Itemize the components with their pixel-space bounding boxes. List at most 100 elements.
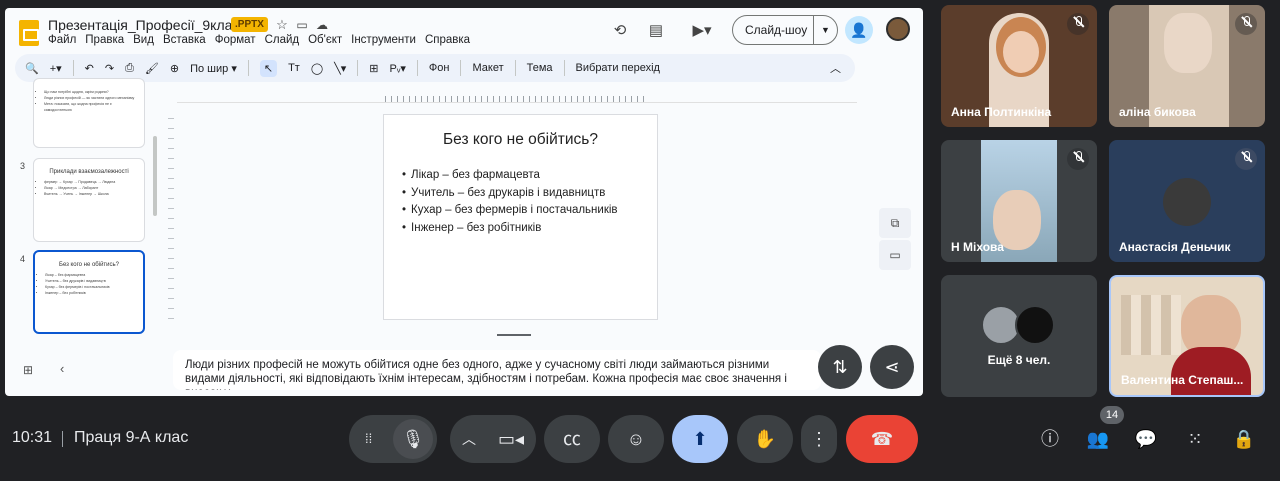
participant-tile[interactable]: Анна Полтинкіна xyxy=(941,5,1097,127)
participant-name: Н Міхова xyxy=(951,240,1004,254)
participant-tile[interactable]: аліна бикова xyxy=(1109,5,1265,127)
menu-edit[interactable]: Правка xyxy=(85,34,124,46)
menu-object[interactable]: Об'єкт xyxy=(308,34,342,46)
share-person-add-icon[interactable]: 👤 xyxy=(845,16,873,44)
chevron-up-icon[interactable]: ︿ xyxy=(830,60,841,76)
menu-view[interactable]: Вид xyxy=(133,34,154,46)
search-icon[interactable]: 🔍 xyxy=(25,62,39,75)
chevron-left-icon[interactable]: ‹ xyxy=(60,361,64,376)
cloud-status-icon[interactable]: ☁ xyxy=(313,16,331,34)
mic-off-icon xyxy=(1235,148,1257,170)
transition-button[interactable]: Вибрати перехід xyxy=(576,62,660,74)
comment-add-icon[interactable]: ⊞ xyxy=(369,62,378,75)
share-icon[interactable]: ⋖ xyxy=(870,345,914,389)
thumb-title: Без кого не обійтись? xyxy=(59,262,119,268)
layout-button[interactable]: Макет xyxy=(472,62,503,74)
undo-icon[interactable]: ↶ xyxy=(85,62,94,75)
video-feed xyxy=(1164,13,1212,73)
present-screen-icon: ⬆ xyxy=(692,429,708,449)
filmstrip-scrollbar[interactable] xyxy=(153,136,157,216)
menu-tools[interactable]: Інструменти xyxy=(351,34,416,46)
slide-bullet: Лікар – без фармацевта xyxy=(411,167,657,185)
divider xyxy=(514,60,516,76)
captions-button[interactable]: ㏄ xyxy=(544,415,600,463)
paint-format-icon[interactable]: 🖌 xyxy=(145,62,159,75)
camera-button[interactable]: ︿ ▭◂ xyxy=(450,415,536,463)
chat-icon[interactable]: 💬 xyxy=(1132,425,1160,453)
host-controls-icon[interactable]: 🔒 xyxy=(1230,425,1258,453)
slideshow-button[interactable]: Слайд-шоу ▼ xyxy=(732,15,838,45)
shape-icon[interactable]: ◯ xyxy=(311,62,323,75)
history-icon[interactable]: ⟲ xyxy=(611,22,629,40)
emoji-button[interactable]: ☺ xyxy=(608,415,664,463)
star-icon[interactable]: ☆ xyxy=(273,16,291,34)
participant-tile[interactable]: Н Міхова xyxy=(941,140,1097,262)
mic-off-icon xyxy=(1235,13,1257,35)
print-icon[interactable]: ⎙ xyxy=(125,62,134,75)
redo-icon[interactable]: ↷ xyxy=(105,62,114,75)
people-icon[interactable]: 👥 xyxy=(1084,425,1112,453)
slide-bullet: Інженер – без робітників xyxy=(411,220,657,238)
participant-tile[interactable]: Валентина Степаш... xyxy=(1109,275,1265,397)
input-tools-icon[interactable]: Pᵥ▾ xyxy=(390,62,406,75)
slide-thumbnail-4[interactable]: Без кого не обійтись? Лікар – без фармац… xyxy=(33,250,145,334)
zoom-icon[interactable]: ⊕ xyxy=(170,62,179,75)
menu-help[interactable]: Справка xyxy=(425,34,470,46)
more-options-button[interactable]: ⋮ xyxy=(801,415,837,463)
divider xyxy=(563,60,565,76)
slide-canvas[interactable]: Без кого не обійтись? Лікар – без фармац… xyxy=(383,114,658,320)
microphone-button[interactable]: ⁞⁞ 🎙 xyxy=(349,415,437,463)
emoji-icon: ☺ xyxy=(626,429,646,449)
folder-icon[interactable]: ▭ xyxy=(879,240,911,270)
slide-bullet-list[interactable]: Лікар – без фармацевта Учитель – без дру… xyxy=(411,167,657,238)
theme-button[interactable]: Тема xyxy=(527,62,553,74)
present-button[interactable]: ⬆ xyxy=(672,415,728,463)
slide-thumbnail-2[interactable]: Що нам потрібні щодня, окрім родини? Люд… xyxy=(33,78,145,148)
slides-logo-icon[interactable] xyxy=(19,20,39,46)
participant-count-badge: 14 xyxy=(1100,406,1124,424)
raise-hand-button[interactable]: ✋ xyxy=(737,415,793,463)
meet-video-icon[interactable]: ▶▾ xyxy=(687,22,717,40)
grid-view-icon[interactable]: ⊞ xyxy=(23,363,33,377)
menu-format[interactable]: Формат xyxy=(215,34,256,46)
new-slide-icon[interactable]: +▾ xyxy=(50,62,62,75)
end-call-button[interactable]: ☎ xyxy=(846,415,918,463)
activities-icon[interactable]: ⁙ xyxy=(1181,425,1209,453)
divider xyxy=(72,60,74,76)
info-icon[interactable]: ⓘ xyxy=(1036,425,1064,453)
menu-slide[interactable]: Слайд xyxy=(265,34,300,46)
divider xyxy=(62,431,63,447)
slide-thumbnail-3[interactable]: Приклади взаємозалежності фермер → Кухар… xyxy=(33,158,145,242)
notes-resize-handle[interactable] xyxy=(497,334,531,336)
select-cursor-icon[interactable]: ↖ xyxy=(259,59,278,77)
participant-tile[interactable]: Анастасія Деньчик xyxy=(1109,140,1265,262)
keep-notes-icon[interactable]: ⧉ xyxy=(879,208,911,238)
slide-number: 3 xyxy=(20,161,26,171)
video-feed xyxy=(1171,347,1251,395)
comments-icon[interactable]: ▤ xyxy=(647,22,665,40)
text-box-icon[interactable]: Tт xyxy=(288,62,300,74)
background-button[interactable]: Фон xyxy=(429,62,450,74)
thumb-bullet: Мета: показати, що жодна професія не є с… xyxy=(44,101,138,113)
document-title[interactable]: Презентація_Професії_9клас xyxy=(48,17,239,33)
divider xyxy=(416,60,418,76)
zoom-select[interactable]: По шир ▾ xyxy=(190,62,237,75)
zoom-value: По шир xyxy=(190,62,229,75)
meeting-name: Праця 9-А клас xyxy=(74,429,189,446)
vertical-ruler xyxy=(168,118,174,328)
avatar xyxy=(1163,178,1211,226)
mic-off-icon xyxy=(1067,148,1089,170)
speaker-notes[interactable]: Люди різних професій не можуть обійтися … xyxy=(173,350,821,390)
menu-file[interactable]: Файл xyxy=(48,34,76,46)
line-icon[interactable]: ╲▾ xyxy=(334,62,346,75)
chevron-up-icon[interactable]: ︿ xyxy=(462,415,476,463)
participants-overflow-tile[interactable]: Ещё 8 чел. xyxy=(941,275,1097,397)
avatar[interactable] xyxy=(886,17,910,41)
swap-arrows-icon[interactable]: ⇅ xyxy=(818,345,862,389)
chevron-down-icon[interactable]: ▼ xyxy=(814,25,837,35)
more-participants-label: Ещё 8 чел. xyxy=(987,353,1051,367)
move-folder-icon[interactable]: ▭ xyxy=(293,16,311,34)
menu-insert[interactable]: Вставка xyxy=(163,34,206,46)
ruler-ticks xyxy=(385,96,645,102)
slide-title[interactable]: Без кого не обійтись? xyxy=(384,131,657,149)
